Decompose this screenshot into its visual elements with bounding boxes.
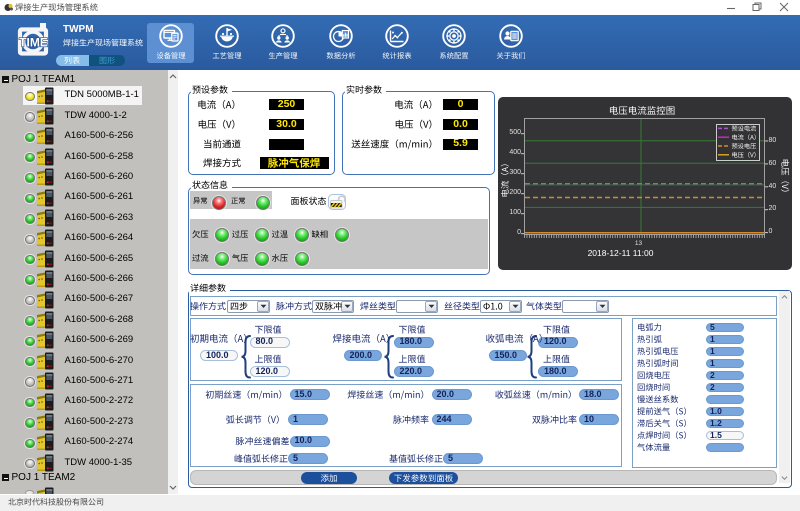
svg-text:TIME: TIME [19, 36, 48, 50]
